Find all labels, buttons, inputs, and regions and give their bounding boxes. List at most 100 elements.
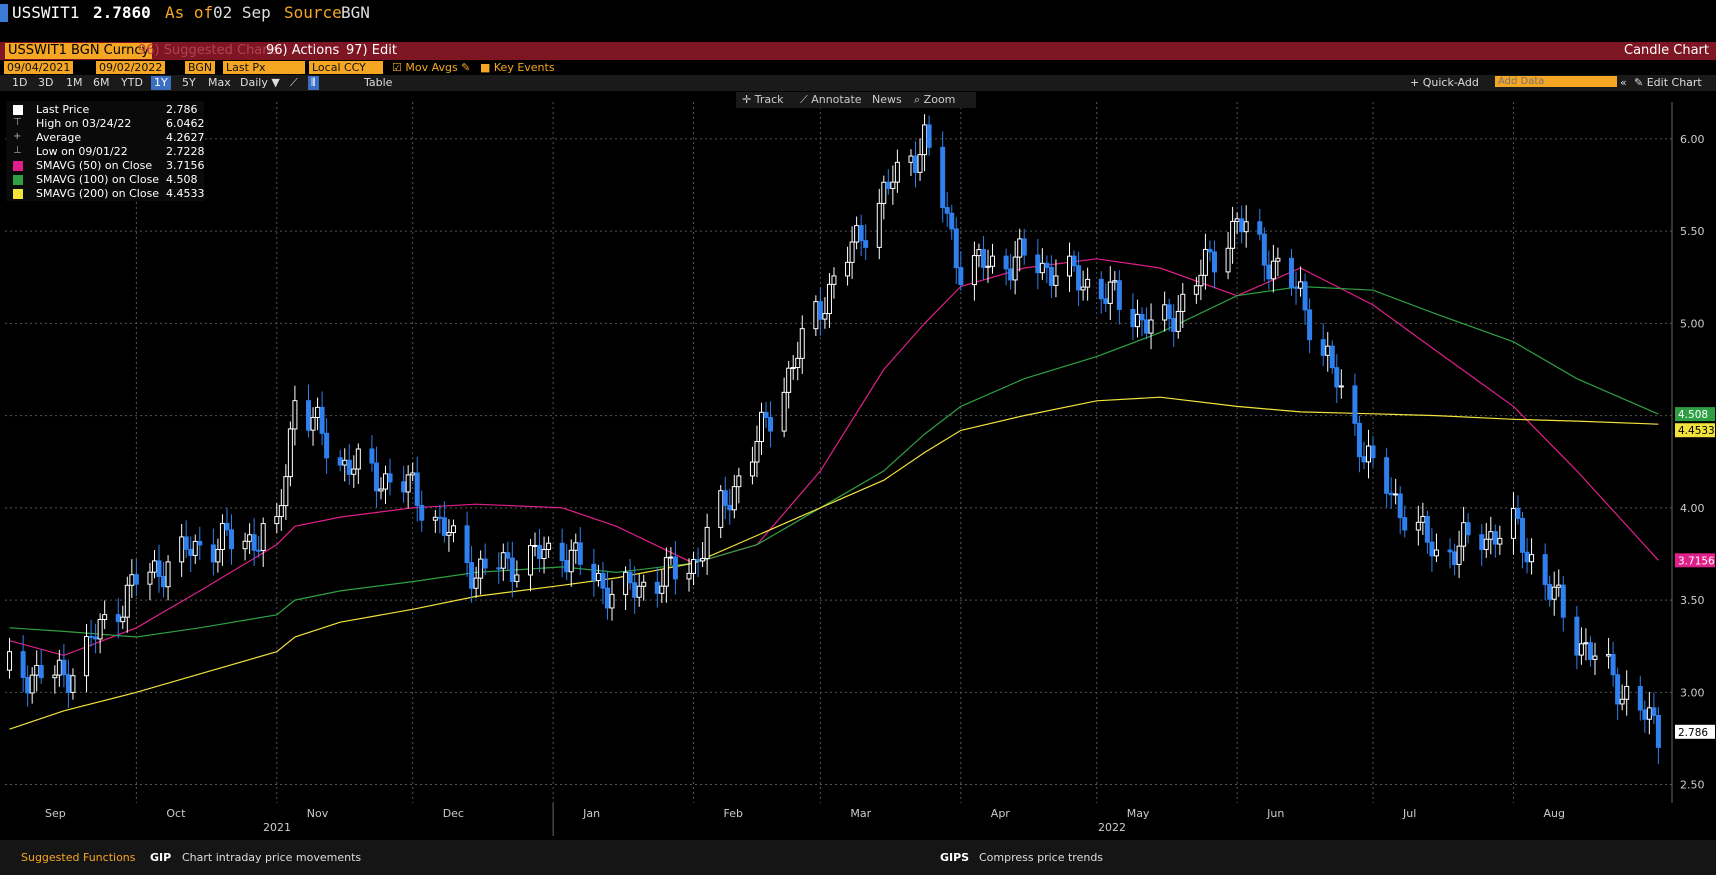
candle-up — [758, 411, 764, 442]
track-label: Track — [754, 93, 784, 106]
candle-up — [1583, 642, 1589, 645]
candle-up — [446, 532, 452, 536]
candle-up — [1461, 522, 1467, 547]
candle-up — [278, 505, 284, 518]
zoom-tool[interactable]: ⌕ Zoom — [914, 93, 955, 107]
candle-down — [604, 587, 610, 609]
candle-down — [509, 557, 515, 582]
suggested-functions-label: Suggested Functions — [21, 851, 136, 864]
candle-down — [1076, 265, 1082, 291]
candle-up — [700, 558, 706, 562]
legend-sma100: SMAVG (100) on Close 4.508 — [6, 173, 204, 187]
candle-down — [1574, 616, 1580, 656]
y-tick-label: 2.50 — [1680, 779, 1705, 792]
candle-up — [749, 461, 755, 477]
candle-up — [1017, 238, 1023, 258]
candle-up — [1619, 698, 1625, 705]
candle-up — [315, 406, 321, 418]
candle-down — [1098, 278, 1104, 300]
candle-up — [527, 545, 533, 576]
price-chart[interactable]: 6.005.505.004.504.003.503.002.50SepOctNo… — [0, 0, 1716, 840]
candle-up — [1556, 584, 1562, 588]
legend-sma200: SMAVG (200) on Close 4.4533 — [6, 187, 205, 201]
last-value-label: 4.4533 — [1678, 425, 1715, 437]
candle-down — [1651, 707, 1657, 716]
candle-down — [1429, 541, 1435, 557]
candle-down — [1329, 345, 1335, 369]
candle-down — [1560, 584, 1566, 618]
candle-up — [129, 574, 135, 586]
candle-up — [908, 155, 914, 163]
candle-up — [881, 181, 887, 204]
candle-up — [1433, 549, 1439, 557]
function-gip-description[interactable]: Chart intraday price movements — [182, 851, 361, 864]
candle-up — [283, 476, 289, 507]
track-tool[interactable]: ✛ Track — [742, 93, 784, 106]
candle-down — [1402, 517, 1408, 531]
candle-up — [410, 472, 416, 476]
candle-up — [1415, 521, 1421, 531]
x-tick-label: Jul — [1402, 807, 1416, 820]
candle-down — [1307, 309, 1313, 341]
candle-down — [1116, 280, 1122, 310]
candle-down — [1103, 298, 1109, 304]
legend-value: 4.4533 — [166, 187, 205, 200]
candle-down — [949, 212, 955, 230]
candle-up — [1134, 313, 1140, 328]
candle-down — [401, 481, 407, 493]
candle-up — [1592, 655, 1598, 660]
legend-last-price: Last Price 2.786 — [6, 103, 204, 117]
zoom-icon: ⌕ — [914, 93, 921, 106]
candle-up — [849, 241, 855, 263]
candle-down — [93, 636, 99, 640]
legend-value: 3.7156 — [166, 159, 205, 172]
function-gips-description[interactable]: Compress price trends — [979, 851, 1103, 864]
candle-up — [1325, 345, 1331, 356]
candle-down — [1035, 254, 1041, 274]
chart-legend: Last Price 2.786 ⊤ High on 03/24/22 6.04… — [6, 101, 205, 201]
candle-down — [1139, 313, 1145, 321]
candle-up — [219, 522, 225, 551]
legend-low: ⊥ Low on 09/01/22 2.7228 — [6, 145, 205, 159]
y-tick-label: 6.00 — [1680, 133, 1705, 146]
x-tick-label: May — [1127, 807, 1150, 820]
function-gips-code[interactable]: GIPS — [940, 851, 969, 864]
candle-up — [1230, 220, 1236, 249]
suggested-functions-bar: Suggested Functions GIP Chart intraday p… — [0, 840, 1716, 875]
candle-down — [1130, 308, 1136, 328]
candle-up — [790, 367, 796, 370]
candle-down — [464, 525, 470, 564]
candle-down — [324, 432, 330, 459]
legend-label: SMAVG (200) on Close — [36, 187, 160, 200]
news-tool[interactable]: News — [872, 93, 902, 106]
candle-up — [351, 468, 357, 475]
candle-down — [346, 459, 352, 475]
candle-up — [165, 561, 171, 588]
candle-up — [1646, 707, 1652, 720]
candle-up — [1606, 654, 1612, 657]
candle-down — [1144, 319, 1150, 334]
candle-up — [450, 525, 456, 534]
candle-up — [500, 552, 506, 569]
legend-label: SMAVG (50) on Close — [36, 159, 153, 172]
candle-down — [251, 534, 257, 551]
candle-down — [953, 228, 959, 269]
candle-down — [695, 559, 701, 562]
candle-down — [482, 558, 488, 569]
candle-up — [1053, 275, 1059, 286]
candle-up — [192, 540, 198, 556]
x-tick-label: Aug — [1543, 807, 1564, 820]
candle-up — [781, 391, 787, 432]
candle-down — [913, 155, 919, 173]
y-tick-label: 3.00 — [1680, 686, 1705, 699]
legend-swatch — [13, 161, 23, 171]
candle-down — [1515, 508, 1521, 519]
candle-up — [52, 674, 58, 679]
annotate-tool[interactable]: ⟋ Annotate — [800, 93, 862, 107]
candle-up — [1510, 508, 1516, 539]
candle-up — [641, 581, 647, 587]
candle-down — [591, 563, 597, 581]
function-gip-code[interactable]: GIP — [150, 851, 171, 864]
x-tick-label: Jun — [1266, 807, 1284, 820]
candle-down — [727, 504, 733, 511]
